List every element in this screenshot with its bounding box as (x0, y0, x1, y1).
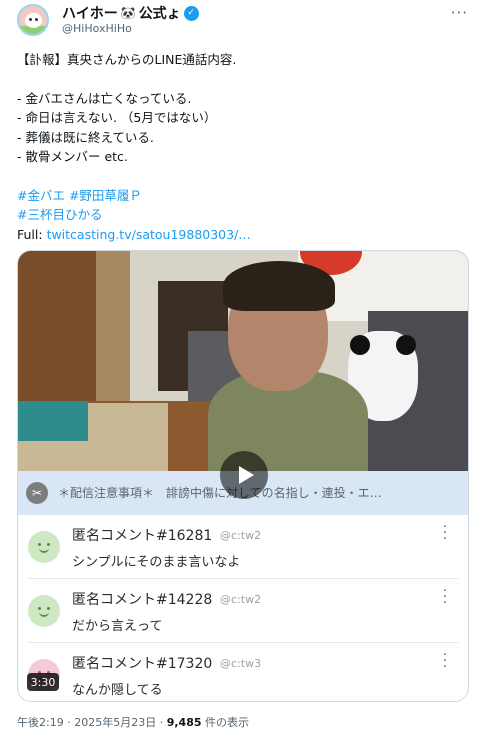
comment-tag: @c:tw2 (220, 593, 262, 606)
more-options-icon[interactable]: ··· (451, 4, 468, 22)
tweet-date[interactable]: 2025年5月23日 (74, 716, 156, 729)
comment-text: シンプルにそのまま言いなよ (72, 555, 241, 570)
tweet-text: 【訃報】真央さんからのLINE通話内容. - 金バエさんは亡くなっている. - … (17, 50, 477, 244)
hashtags-line-1[interactable]: #金バエ #野田草履Ｐ (17, 186, 477, 205)
comment-menu-icon: · · · (442, 648, 448, 675)
author-name-suffix[interactable]: 公式ょ (139, 3, 181, 23)
twitcasting-link[interactable]: twitcasting.tv/satou19880303/… (47, 227, 251, 242)
comment-tag: @c:tw2 (220, 529, 262, 542)
tweet-line-bullet-4: - 散骨メンバー etc. (17, 149, 128, 165)
play-icon (238, 466, 254, 484)
comment-author: 匿名コメント#16281 (72, 528, 213, 544)
link-prefix: Full: (17, 226, 47, 242)
meta-separator: · (156, 716, 167, 729)
author-avatar[interactable] (17, 4, 49, 36)
author-display-name[interactable]: ハイホー (62, 3, 118, 23)
comment-item: 匿名コメント#14228 @c:tw2 だから言えって · · · (28, 579, 458, 643)
meta-separator: · (63, 716, 75, 729)
comment-menu-icon: · · · (442, 584, 448, 611)
view-count: 9,485 (166, 716, 202, 729)
view-count-suffix: 件の表示 (201, 716, 249, 729)
video-duration: 3:30 (27, 673, 59, 691)
tweet-line-bullet-1: - 金バエさんは亡くなっている. (17, 90, 192, 106)
tweet: ハイホー 🐼 公式ょ ✓ @HiHoxHiHo ··· 【訃報】真央さんからのL… (0, 0, 494, 744)
tweet-meta: 午後2:19 · 2025年5月23日 · 9,485 件の表示 (17, 714, 249, 730)
tweet-line-bullet-2: - 命日は言えない. （5月ではない） (17, 110, 217, 126)
comment-text: だから言えって (72, 619, 163, 634)
verified-badge-icon[interactable]: ✓ (183, 5, 199, 21)
comment-menu-icon: · · · (442, 520, 448, 547)
notice-badge-icon: ✂ (26, 482, 48, 504)
comment-avatar (28, 531, 60, 563)
comment-tag: @c:tw3 (220, 657, 262, 670)
comment-author: 匿名コメント#14228 (72, 592, 213, 608)
comment-author: 匿名コメント#17320 (72, 656, 213, 672)
full-link-line: Full: twitcasting.tv/satou19880303/… (17, 225, 477, 244)
comment-item: 匿名コメント#17320 @c:tw3 なんか隠してる · · · (28, 643, 458, 701)
author-handle[interactable]: @HiHoxHiHo (62, 22, 132, 35)
author-name-row[interactable]: ハイホー 🐼 公式ょ ✓ (62, 3, 199, 23)
video-frame[interactable] (18, 251, 468, 471)
tweet-line-title: 【訃報】真央さんからのLINE通話内容. (17, 52, 237, 67)
tweet-line-bullet-3: - 葬儀は既に終えている. (17, 129, 154, 145)
comment-list: 匿名コメント#16281 @c:tw2 シンプルにそのまま言いなよ · · · 匿名… (18, 515, 468, 701)
hashtags-line-2[interactable]: #三杯目ひかる (17, 205, 477, 224)
comment-avatar (28, 595, 60, 627)
comment-text: なんか隠してる (72, 683, 163, 698)
play-button[interactable] (220, 451, 268, 499)
tweet-time[interactable]: 午後2:19 (17, 716, 64, 729)
video-card[interactable]: ✂ ＊配信注意事項＊ 誹謗中傷に対しての名指し・連投・エ… 匿名コメント#162… (17, 250, 469, 702)
panda-emoji-icon: 🐼 (120, 6, 136, 20)
comment-item: 匿名コメント#16281 @c:tw2 シンプルにそのまま言いなよ · · · (28, 515, 458, 579)
